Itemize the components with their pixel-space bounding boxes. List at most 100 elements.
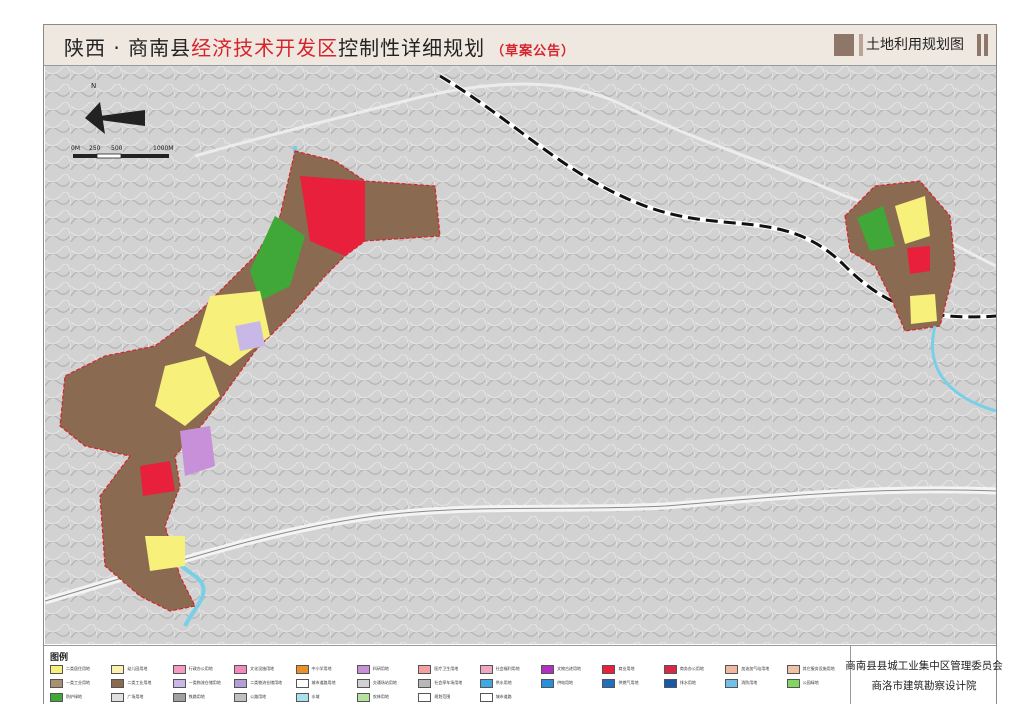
title-bar: 陕西 · 商南县经济技术开发区控制性详细规划 （草案公告） 土地利用规划图 xyxy=(44,25,996,66)
legend-title: 图例 xyxy=(50,653,69,663)
legend-item: 科研用地 xyxy=(356,664,418,674)
land-use-map: N 0M 250 500 1000M xyxy=(45,66,996,644)
legend-item: 文物古迹用地 xyxy=(541,664,602,674)
legend-item: 公园绿地 xyxy=(786,678,848,688)
legend-label: 水域 xyxy=(311,694,320,699)
title-suffix: 控制性详细规划 xyxy=(338,36,486,60)
legend-item: 中小学用地 xyxy=(295,664,357,674)
title-decoration-bar-right-2 xyxy=(984,34,988,56)
legend-item: 商务办公用地 xyxy=(663,664,725,674)
legend-label: 二类居住用地 xyxy=(66,666,90,671)
zone-east-residential-south xyxy=(910,294,937,324)
legend-item: 商业用地 xyxy=(602,664,663,674)
legend-swatch xyxy=(50,664,63,674)
legend-label: 一类物流仓储用地 xyxy=(188,680,221,685)
title-decoration-block xyxy=(834,34,854,56)
legend-item: 二类居住用地 xyxy=(50,664,111,674)
scale-label-1000: 1000M xyxy=(153,145,173,152)
org-line-1: 商南县县城工业集中区管理委员会 xyxy=(845,659,1003,672)
zone-residential-south xyxy=(145,536,185,571)
org-line-2: 商洛市建筑勘察设计院 xyxy=(871,679,977,692)
legend-swatch xyxy=(541,664,555,674)
page-title: 陕西 · 商南县经济技术开发区控制性详细规划 （草案公告） xyxy=(64,32,575,61)
legend-swatch xyxy=(418,692,432,702)
legend-swatch xyxy=(111,692,125,702)
legend-label: 二类工业用地 xyxy=(127,680,152,685)
legend-item: 防护绿地 xyxy=(50,692,111,702)
legend-swatch xyxy=(663,664,677,674)
legend-swatch xyxy=(786,678,800,688)
legend-item: 二类工业用地 xyxy=(111,678,172,688)
zone-commercial-mid xyxy=(140,461,175,496)
map-canvas: N 0M 250 500 1000M xyxy=(45,66,996,644)
legend-swatch xyxy=(234,664,248,674)
scale-label-0: 0M xyxy=(71,145,80,152)
title-decoration-bar-right-1 xyxy=(977,34,981,56)
legend-label: 交通场站用地 xyxy=(372,680,397,685)
legend-label: 社会福利用地 xyxy=(495,666,520,671)
legend-label: 城市道路 xyxy=(495,694,512,699)
title-highlight: 经济技术开发区 xyxy=(191,36,339,60)
legend-label: 供电用地 xyxy=(557,680,574,685)
legend-label: 广场用地 xyxy=(127,694,144,699)
legend-swatch xyxy=(234,678,248,688)
legend-label: 文化设施用地 xyxy=(250,666,275,671)
title-prefix: 陕西 · 商南县 xyxy=(64,36,192,60)
legend-item: 城市道路 xyxy=(479,692,541,702)
legend-swatch xyxy=(50,678,63,688)
legend-item: 供电用地 xyxy=(541,678,602,688)
legend-label: 文物古迹用地 xyxy=(557,666,582,671)
legend-item: 消防用地 xyxy=(725,678,786,688)
legend-items: 二类居住用地 幼儿园用地 行政办公用地 文化设施用地 中小学用地 科研用地 医疗卫生用地 社会… xyxy=(50,664,848,702)
scale-label-500: 500 xyxy=(111,145,123,152)
legend-swatch xyxy=(479,678,493,688)
legend-swatch xyxy=(663,678,677,688)
legend-label: 铁路用地 xyxy=(188,694,205,699)
legend-label: 城市道路用地 xyxy=(311,680,336,685)
legend-item: 规划范围 xyxy=(418,692,479,702)
legend-label: 社会停车场用地 xyxy=(434,680,463,685)
legend-item: 其它服务设施用地 xyxy=(786,664,848,674)
title-note: （草案公告） xyxy=(491,44,576,59)
legend-swatch xyxy=(541,678,555,688)
legend-swatch xyxy=(602,678,616,688)
legend-label: 商业用地 xyxy=(618,666,635,671)
legend-item: 水域 xyxy=(295,692,357,702)
legend-swatch xyxy=(786,664,800,674)
zone-east-commercial xyxy=(907,246,930,274)
legend-swatch xyxy=(725,664,739,674)
legend-panel: 图例 二类居住用地 幼儿园用地 行政办公用地 文化设施用地 中小学用地 科研用地 医疗卫生用… xyxy=(44,645,1003,704)
legend-label: 防护绿地 xyxy=(66,694,82,699)
legend-label: 公路用地 xyxy=(250,694,267,699)
legend-label: 供水用地 xyxy=(495,680,512,685)
legend-item: 排水用地 xyxy=(663,678,725,688)
legend-label: 其它服务设施用地 xyxy=(802,666,835,671)
map-sheet: 陕西 · 商南县经济技术开发区控制性详细规划 （草案公告） 土地利用规划图 N … xyxy=(43,24,1003,704)
legend-label: 幼儿园用地 xyxy=(127,666,148,671)
legend-item: 文化设施用地 xyxy=(234,664,295,674)
legend-label: 一类工业用地 xyxy=(66,680,90,685)
legend-item: 供水用地 xyxy=(479,678,541,688)
legend-swatch xyxy=(234,692,248,702)
legend-label: 公园绿地 xyxy=(802,680,819,685)
zone-logistics xyxy=(235,321,265,351)
legend-swatch xyxy=(479,664,493,674)
legend-label: 规划范围 xyxy=(434,694,451,699)
legend-item: 幼儿园用地 xyxy=(111,664,172,674)
legend-label: 排水用地 xyxy=(679,680,696,685)
legend-item: 行政办公用地 xyxy=(172,664,234,674)
legend-swatch xyxy=(50,692,63,702)
legend-swatch xyxy=(356,692,370,702)
legend-swatch xyxy=(172,678,186,688)
legend-item: 公路用地 xyxy=(234,692,295,702)
legend-swatch xyxy=(725,678,739,688)
legend-label: 中小学用地 xyxy=(311,666,332,671)
scale-bar xyxy=(73,153,169,159)
title-decoration-bar xyxy=(859,34,863,56)
legend-label: 商务办公用地 xyxy=(679,666,704,671)
legend-label: 消防用地 xyxy=(741,680,758,685)
legend-item: 二类物流仓储用地 xyxy=(234,678,295,688)
legend-label: 供燃气用地 xyxy=(618,680,639,685)
legend-item: 加油加气站用地 xyxy=(725,664,786,674)
legend-swatch xyxy=(111,678,125,688)
